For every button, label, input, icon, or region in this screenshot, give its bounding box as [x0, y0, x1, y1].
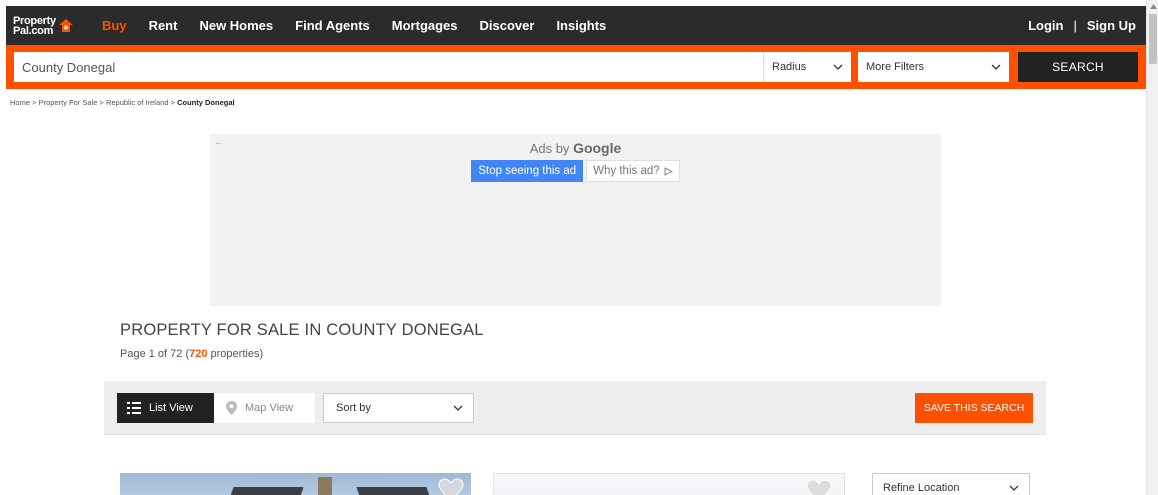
nav-menu: Buy Rent New Homes Find Agents Mortgages… — [102, 18, 628, 33]
why-this-ad-button[interactable]: Why this ad? — [586, 160, 680, 182]
nav-item-new-homes[interactable]: New Homes — [199, 18, 273, 33]
breadcrumb-property-for-sale[interactable]: Property For Sale — [39, 98, 98, 107]
property-card[interactable] — [120, 473, 471, 495]
favourite-heart-icon[interactable] — [806, 479, 832, 495]
list-icon — [127, 402, 141, 414]
map-view-button[interactable]: Map View — [214, 393, 315, 423]
more-filters-select[interactable]: More Filters — [858, 52, 1009, 82]
radius-select-label: Radius — [772, 61, 807, 73]
breadcrumb-republic-of-ireland[interactable]: Republic of Ireland — [106, 98, 169, 107]
property-count: 720 — [189, 348, 208, 360]
play-triangle-icon — [664, 166, 673, 176]
page-title: PROPERTY FOR SALE IN COUNTY DONEGAL — [120, 321, 484, 339]
nav-item-find-agents[interactable]: Find Agents — [295, 18, 370, 33]
breadcrumb-separator: > — [170, 98, 175, 107]
location-search-input[interactable] — [14, 52, 763, 82]
site-logo[interactable]: Property Pal.com — [13, 14, 91, 37]
page-scrollbar[interactable] — [1146, 0, 1158, 495]
nav-item-rent[interactable]: Rent — [149, 18, 178, 33]
breadcrumb-separator: > — [32, 98, 37, 107]
save-search-button[interactable]: SAVE THIS SEARCH — [915, 393, 1033, 423]
refine-location-label: Refine Location — [883, 482, 960, 494]
property-count-suffix: properties) — [207, 348, 264, 360]
stop-seeing-ad-button[interactable]: Stop seeing this ad — [471, 160, 584, 182]
auth-separator: | — [1073, 18, 1077, 33]
top-nav: Property Pal.com Buy Rent New Homes Find… — [6, 6, 1146, 45]
why-this-ad-label: Why this ad? — [593, 165, 660, 177]
page: Property Pal.com Buy Rent New Homes Find… — [6, 6, 1146, 495]
search-bar: Radius More Filters SEARCH — [6, 45, 1146, 89]
ad-feedback-buttons: Stop seeing this ad Why this ad? — [210, 160, 941, 182]
chevron-down-icon — [991, 64, 1001, 70]
refine-location-select[interactable]: Refine Location — [872, 473, 1030, 495]
property-card[interactable] — [493, 473, 845, 495]
results-toolbar: List View Map View Sort by SAVE THIS SEA… — [104, 381, 1046, 435]
nav-item-insights[interactable]: Insights — [556, 18, 606, 33]
scrollbar-thumb[interactable] — [1149, 14, 1157, 64]
ads-by-google-label: Ads by Google — [210, 140, 941, 156]
sort-by-select[interactable]: Sort by — [323, 393, 474, 423]
ads-by-text: Ads by — [529, 141, 570, 156]
page-indicator: Page 1 of 72 ( — [120, 348, 190, 360]
breadcrumb-current: County Donegal — [177, 98, 235, 107]
list-view-label: List View — [149, 402, 193, 414]
nav-item-mortgages[interactable]: Mortgages — [392, 18, 458, 33]
login-link[interactable]: Login — [1028, 18, 1063, 33]
chevron-down-icon — [833, 64, 843, 70]
nav-item-discover[interactable]: Discover — [480, 18, 535, 33]
logo-line-2: Pal.com — [13, 24, 54, 37]
search-button[interactable]: SEARCH — [1018, 52, 1138, 82]
map-view-label: Map View — [245, 402, 294, 414]
favourite-heart-icon[interactable] — [438, 478, 464, 495]
breadcrumb-separator: > — [99, 98, 104, 107]
auth-links: Login | Sign Up — [1028, 6, 1136, 45]
results-count: Page 1 of 72 (720 properties) — [120, 348, 263, 360]
property-image-roof — [356, 487, 434, 495]
scroll-up-arrow-icon[interactable] — [1147, 0, 1158, 12]
logo-line-1: Property — [13, 14, 56, 27]
property-image-chimney — [318, 477, 332, 495]
ad-banner: ← Ads by Google Stop seeing this ad Why … — [210, 134, 941, 306]
breadcrumb: Home > Property For Sale > Republic of I… — [10, 98, 1146, 107]
map-pin-icon — [226, 401, 237, 415]
radius-select[interactable]: Radius — [763, 52, 851, 82]
more-filters-label: More Filters — [866, 61, 925, 73]
signup-link[interactable]: Sign Up — [1087, 18, 1136, 33]
chevron-down-icon — [453, 405, 463, 411]
logo-text: Property Pal.com — [13, 14, 56, 37]
breadcrumb-home[interactable]: Home — [10, 98, 30, 107]
property-image-roof — [226, 487, 304, 495]
sort-by-label: Sort by — [336, 402, 371, 414]
logo-mark-icon — [58, 18, 73, 32]
google-brand-text: Google — [573, 140, 622, 156]
chevron-down-icon — [1009, 485, 1019, 491]
nav-item-buy[interactable]: Buy — [102, 18, 127, 33]
list-view-button[interactable]: List View — [117, 393, 214, 423]
